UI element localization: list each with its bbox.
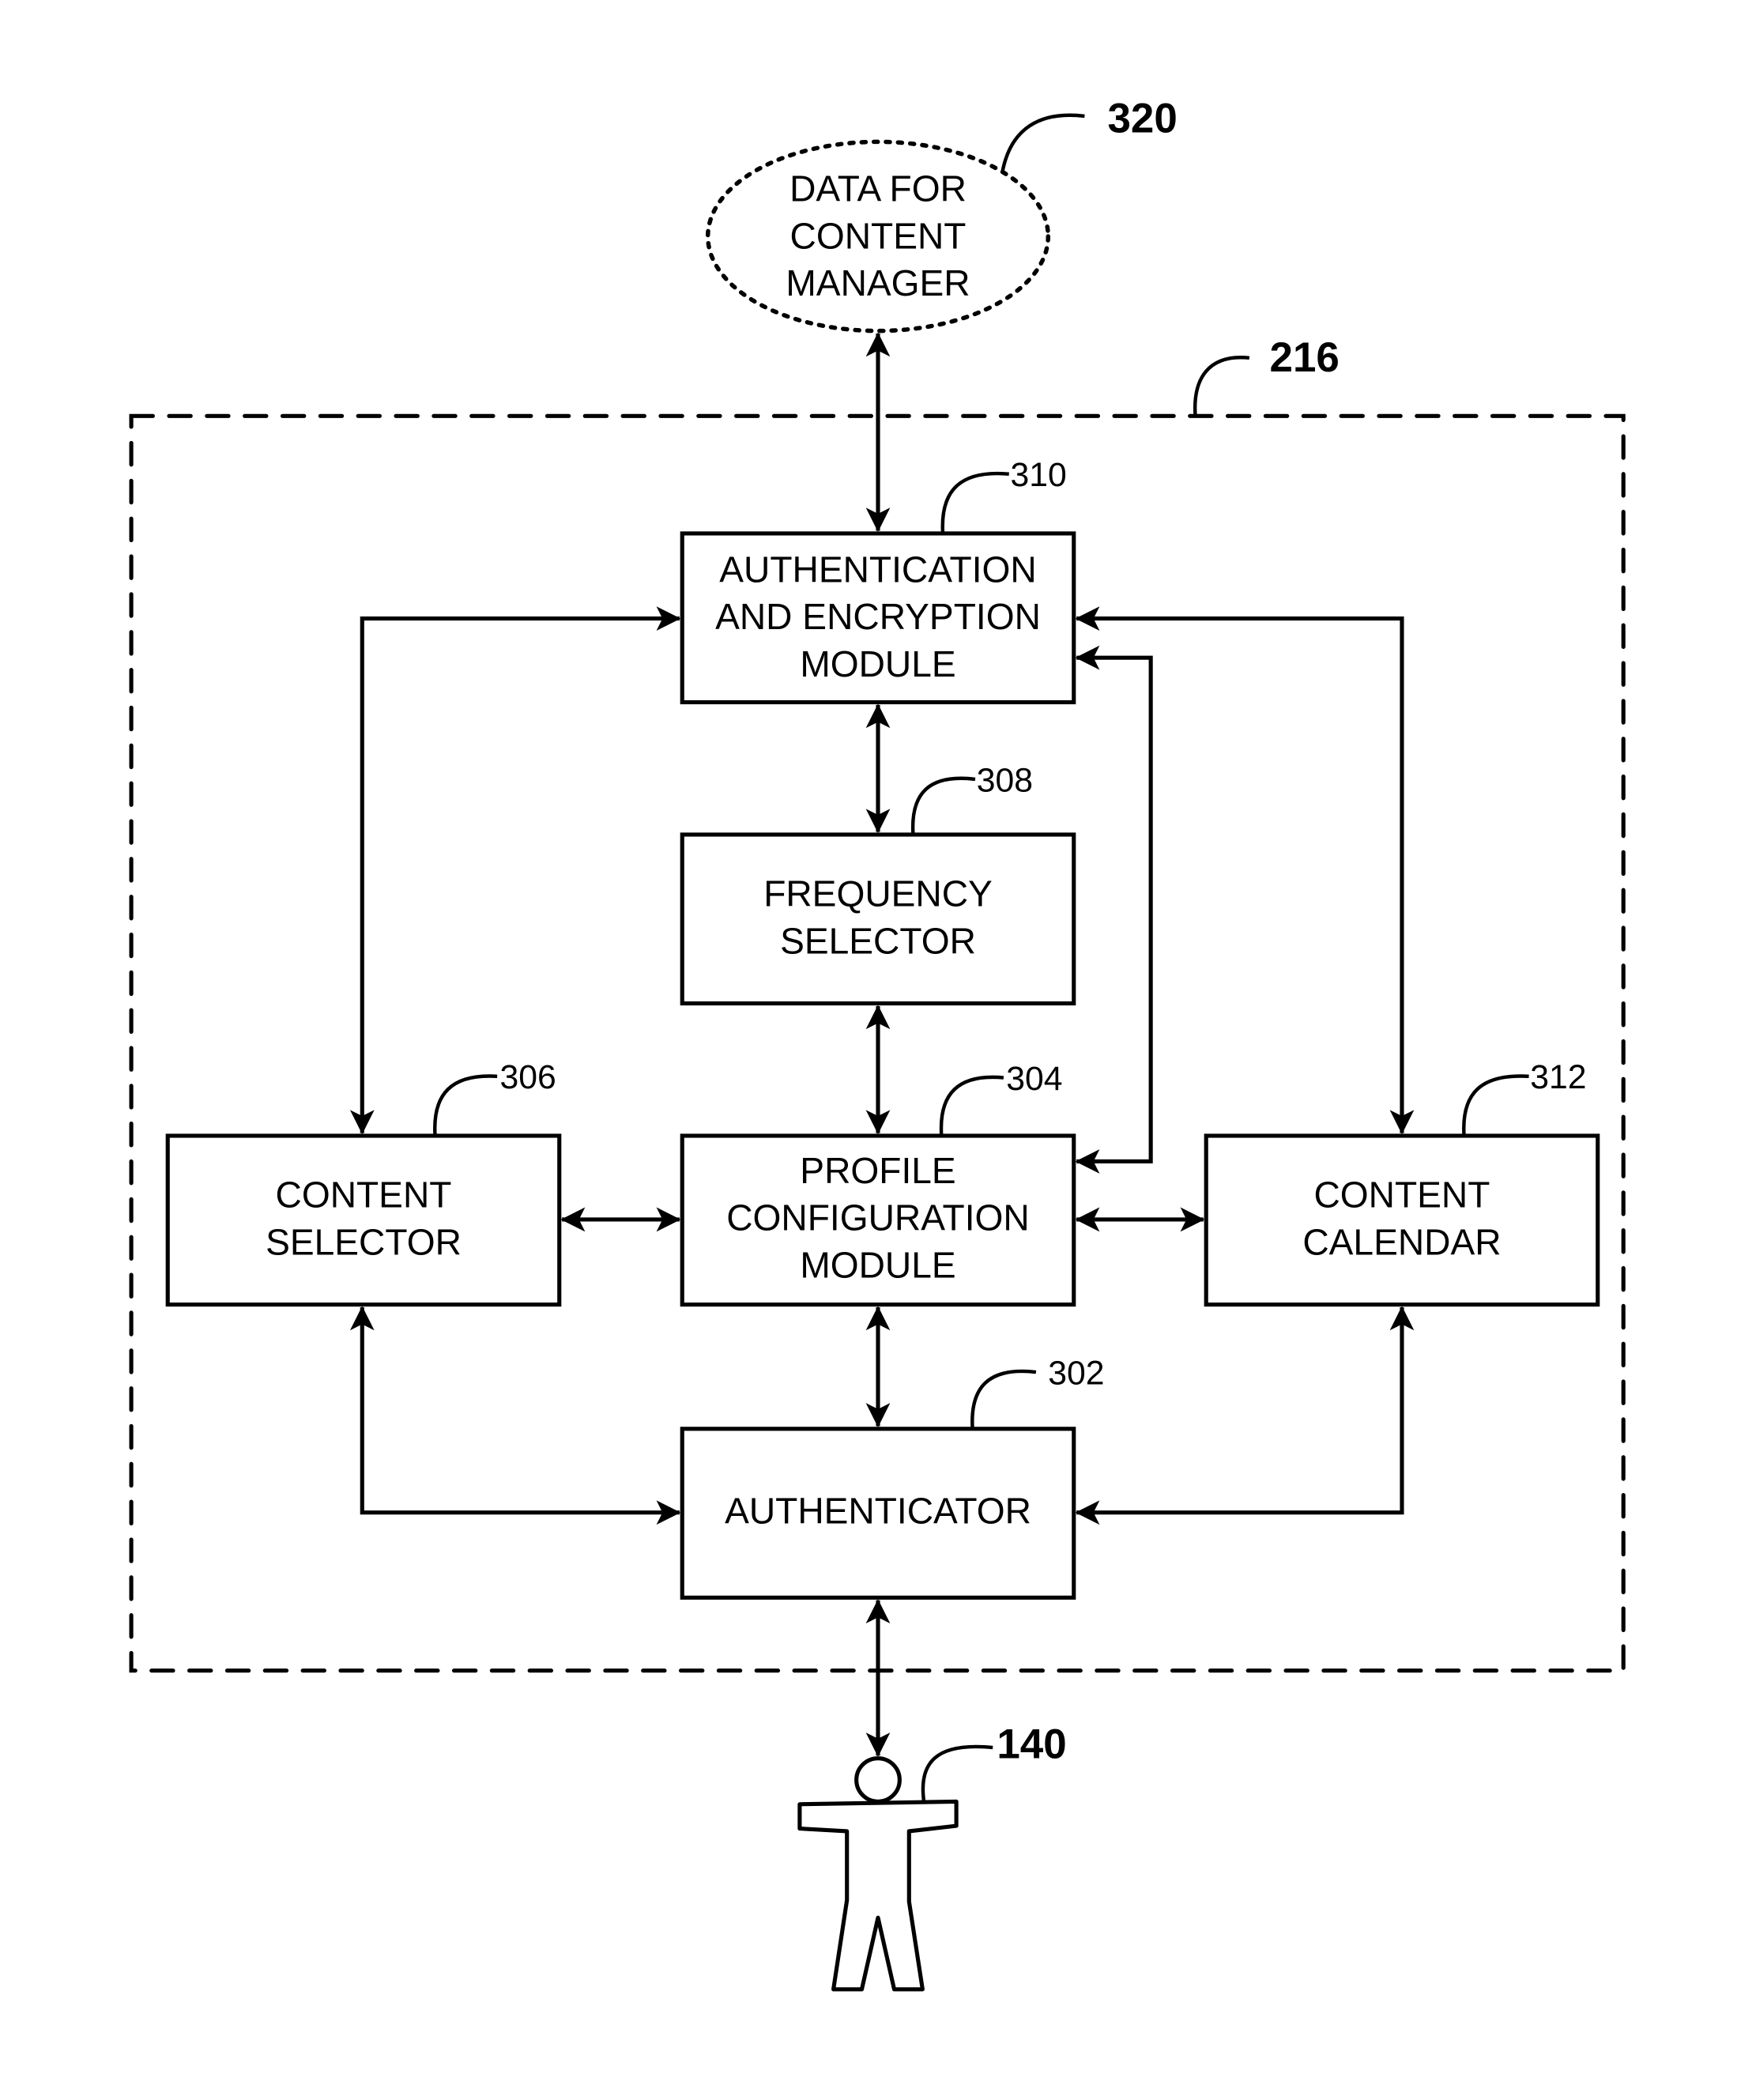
content-selector-line-1: CONTENT	[276, 1174, 452, 1216]
frequency-selector-line-2: SELECTOR	[780, 920, 976, 961]
arrow-auth-encryption-to-profile	[1075, 645, 1153, 1174]
content-selector-module: CONTENT SELECTOR	[165, 1133, 562, 1307]
ref-label-140: 140	[997, 1721, 1066, 1768]
person-head	[854, 1756, 902, 1804]
frequency-selector-box	[680, 832, 1076, 1006]
leader-line-312	[1462, 1074, 1529, 1137]
content-selector-line-2: SELECTOR	[266, 1221, 462, 1262]
auth-encryption-module: AUTHENTICATION AND ENCRYPTION MODULE	[680, 531, 1076, 705]
arrow-auth-encryption-to-content-calendar	[1075, 606, 1415, 1135]
leader-line-306	[433, 1074, 498, 1137]
leader-line-308	[910, 776, 976, 835]
block-diagram: DATA FOR CONTENT MANAGER 320 216 AUTHENT…	[129, 95, 1626, 1992]
profile-configuration-line-3: MODULE	[800, 1244, 955, 1285]
frequency-selector-module: FREQUENCY SELECTOR	[680, 832, 1076, 1006]
ref-label-310: 310	[1010, 456, 1066, 494]
leader-line-304	[939, 1075, 1004, 1137]
external-data-line-3: MANAGER	[786, 262, 970, 304]
leader-line-302	[970, 1369, 1037, 1429]
ref-label-308: 308	[977, 761, 1033, 799]
ref-label-320: 320	[1107, 95, 1177, 141]
external-data-node: DATA FOR CONTENT MANAGER	[705, 139, 1051, 334]
leader-line-320	[1000, 113, 1085, 174]
ref-label-306: 306	[500, 1058, 556, 1096]
content-selector-box	[165, 1133, 562, 1307]
arrow-content-calendar-to-authenticator	[1075, 1306, 1415, 1525]
ref-label-302: 302	[1048, 1354, 1104, 1392]
ref-label-304: 304	[1006, 1060, 1062, 1098]
profile-configuration-module: PROFILE CONFIGURATION MODULE	[680, 1133, 1076, 1307]
profile-configuration-line-2: CONFIGURATION	[726, 1197, 1030, 1239]
person-icon	[797, 1756, 959, 1992]
arrow-content-selector-to-authenticator	[349, 1306, 681, 1525]
ref-label-312: 312	[1530, 1058, 1586, 1096]
profile-configuration-line-1: PROFILE	[800, 1150, 955, 1191]
auth-encryption-line-3: MODULE	[800, 643, 955, 684]
authenticator-line-1: AUTHENTICATOR	[725, 1490, 1031, 1531]
leader-line-310	[940, 471, 1009, 534]
external-data-line-2: CONTENT	[790, 215, 967, 256]
ref-label-216: 216	[1270, 334, 1340, 381]
content-calendar-module: CONTENT CALENDAR	[1204, 1133, 1600, 1307]
frequency-selector-line-1: FREQUENCY	[763, 873, 993, 914]
arrow-auth-encryption-to-content-selector	[349, 606, 681, 1135]
external-data-line-1: DATA FOR	[789, 168, 967, 209]
auth-encryption-line-1: AUTHENTICATION	[719, 549, 1036, 590]
auth-encryption-line-2: AND ENCRYPTION	[715, 596, 1041, 637]
content-calendar-line-2: CALENDAR	[1302, 1221, 1501, 1262]
content-calendar-box	[1204, 1133, 1600, 1307]
authenticator-module: AUTHENTICATOR	[680, 1427, 1076, 1600]
person-body	[797, 1799, 959, 1992]
leader-line-140	[921, 1744, 993, 1802]
content-calendar-line-1: CONTENT	[1313, 1174, 1490, 1216]
leader-line-216	[1193, 356, 1250, 417]
